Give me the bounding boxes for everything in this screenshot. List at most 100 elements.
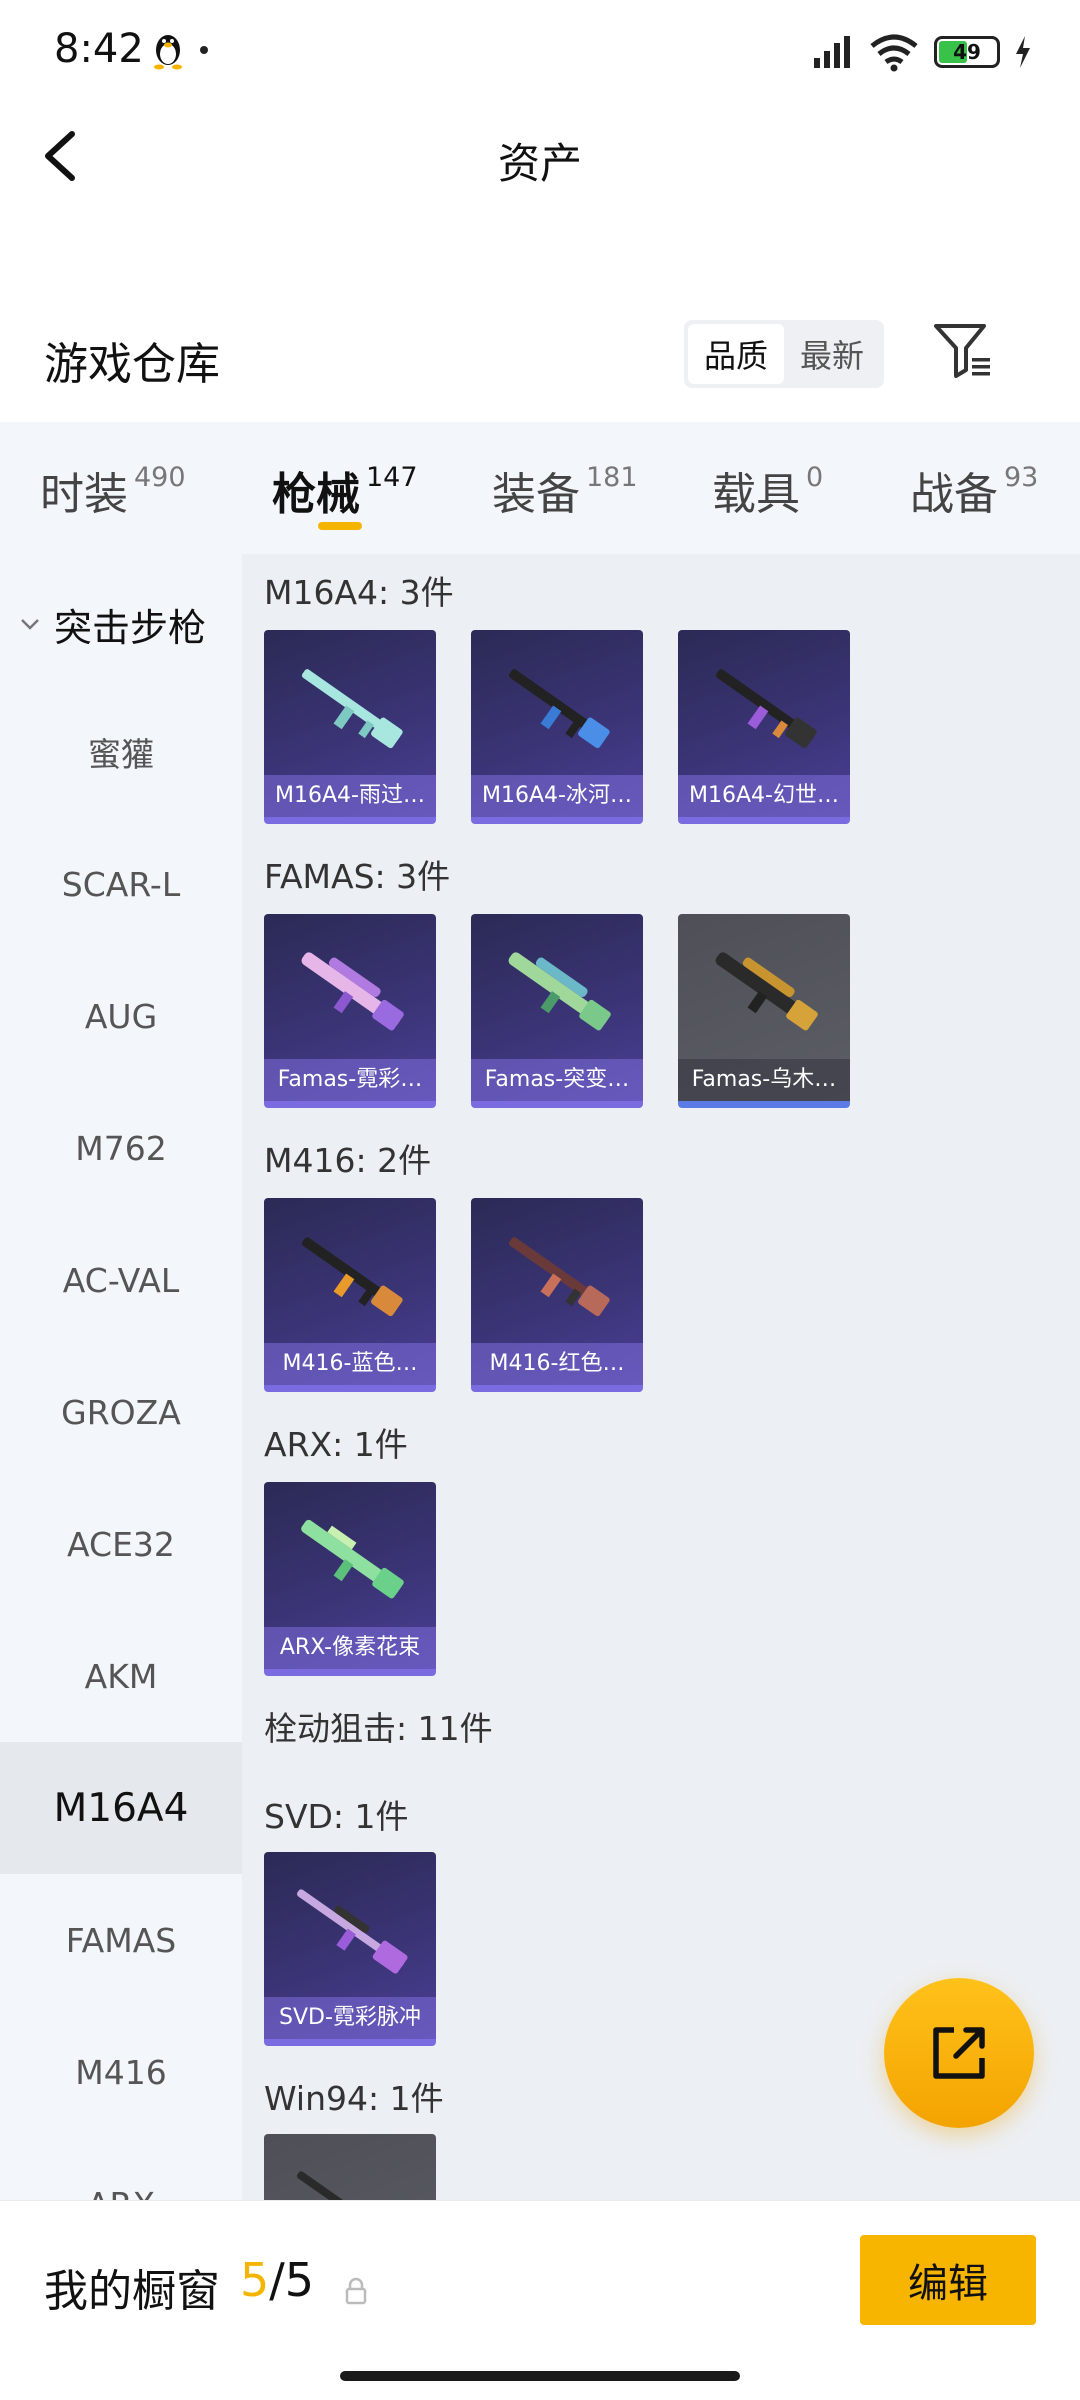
- rifle-icon: [301, 1519, 404, 1599]
- tab-war-prep[interactable]: 战备 93: [910, 458, 1038, 522]
- filter-icon[interactable]: [930, 318, 996, 384]
- sort-quality[interactable]: 品质: [688, 324, 784, 384]
- sidebar-item-aug[interactable]: AUG: [0, 950, 242, 1082]
- showcase-bar: 我的橱窗 5/5 编辑: [0, 2200, 1080, 2400]
- weapon-card-label: SVD-霓彩脉冲: [264, 1997, 436, 2039]
- weapon-card-label: ARX-像素花束: [264, 1627, 436, 1669]
- battery-icon: 49: [934, 36, 1000, 68]
- rifle-icon: [297, 2171, 405, 2200]
- sidebar-item-m762[interactable]: M762: [0, 1082, 242, 1214]
- tab-label: 载具: [712, 469, 800, 520]
- home-indicator[interactable]: [340, 2371, 740, 2381]
- weapon-card[interactable]: M16A4-雨过…: [264, 630, 436, 824]
- rifle-icon: [301, 1237, 403, 1317]
- chevron-down-icon: [21, 619, 39, 630]
- signal-icon: [814, 36, 850, 68]
- weapon-card[interactable]: SVD-霓彩脉冲: [264, 1852, 436, 2046]
- sidebar-item-akm[interactable]: AKM: [0, 1610, 242, 1742]
- group-title-m16a4: M16A4: 3件: [264, 573, 454, 612]
- sidebar-item-famas[interactable]: FAMAS: [0, 1874, 242, 2006]
- share-icon: [933, 2027, 985, 2079]
- weapon-card[interactable]: M416-蓝色…: [264, 1198, 436, 1392]
- weapon-card[interactable]: Famas-乌木…: [678, 914, 850, 1108]
- weapon-card-label: M16A4-冰河…: [471, 775, 643, 817]
- group-title-famas: FAMAS: 3件: [264, 857, 451, 896]
- status-icons: 49: [804, 30, 1032, 74]
- rifle-icon: [508, 669, 610, 749]
- showcase-total: /5: [269, 2253, 315, 2307]
- edit-button[interactable]: 编辑: [860, 2235, 1036, 2325]
- status-time: 8:42: [54, 26, 144, 72]
- warehouse-title: 游戏仓库: [44, 339, 220, 390]
- header: 资产: [0, 100, 1080, 210]
- tab-guns[interactable]: 枪械 147: [272, 458, 418, 522]
- rifle-icon: [715, 669, 817, 749]
- active-tab-indicator: [318, 522, 362, 530]
- sidebar-item-scar-l[interactable]: SCAR-L: [0, 818, 242, 950]
- sidebar-item-m416[interactable]: M416: [0, 2006, 242, 2138]
- showcase-current: 5: [240, 2253, 270, 2307]
- weapon-card[interactable]: M16A4-冰河…: [471, 630, 643, 824]
- sidebar-group-assault-rifle[interactable]: 突击步枪: [0, 594, 242, 654]
- group-title-win94: Win94: 1件: [264, 2079, 444, 2118]
- weapon-list: M16A4: 3件 M16A4-雨过… M16A4-冰河… M16A4-幻世… …: [242, 554, 1080, 2200]
- tab-count: 490: [134, 462, 186, 493]
- weapon-card-label: M416-红色…: [471, 1343, 643, 1385]
- showcase-count: 5/5: [240, 2253, 314, 2307]
- tab-count: 147: [366, 462, 418, 493]
- weapon-card[interactable]: M16A4-幻世…: [678, 630, 850, 824]
- sort-newest[interactable]: 最新: [784, 324, 880, 384]
- weapon-card[interactable]: M416-红色…: [471, 1198, 643, 1392]
- tab-vehicles[interactable]: 载具 0: [712, 458, 823, 522]
- charging-icon: [1016, 36, 1030, 68]
- weapon-card-label: M16A4-幻世…: [678, 775, 850, 817]
- tab-equipment[interactable]: 装备 181: [492, 458, 638, 522]
- weapon-type-sidebar: 突击步枪 蜜獾 SCAR-L AUG M762 AC-VAL GROZA ACE…: [0, 554, 242, 2200]
- sidebar-item-m16a4[interactable]: M16A4: [0, 1742, 242, 1874]
- rifle-icon: [301, 952, 404, 1031]
- share-button[interactable]: [884, 1978, 1034, 2128]
- status-bar: 8:42 49: [0, 0, 1080, 100]
- rifle-icon: [508, 1237, 610, 1317]
- weapon-card-label: Famas-霓彩…: [264, 1059, 436, 1101]
- tab-label: 时装: [40, 469, 128, 520]
- tab-count: 93: [1004, 462, 1039, 493]
- battery-level: 49: [953, 40, 981, 64]
- rifle-icon: [715, 952, 818, 1031]
- category-tabs: 时装 490 枪械 147 装备 181 载具 0 战备 93: [0, 422, 1080, 554]
- tab-fashion[interactable]: 时装 490: [40, 458, 186, 522]
- qq-penguin-icon: [154, 35, 182, 70]
- rifle-icon: [508, 952, 611, 1031]
- weapon-card[interactable]: ARX-像素花束: [264, 1482, 436, 1676]
- weapon-card[interactable]: Famas-霓彩…: [264, 914, 436, 1108]
- tab-label: 枪械: [272, 469, 360, 520]
- sidebar-item-honey-badger[interactable]: 蜜獾: [0, 686, 242, 818]
- tab-label: 装备: [492, 469, 580, 520]
- tab-label: 战备: [910, 469, 998, 520]
- weapon-card-label: Famas-突变…: [471, 1059, 643, 1101]
- notification-dot: [200, 46, 208, 54]
- sidebar-group-label: 突击步枪: [54, 605, 207, 650]
- showcase-label: 我的橱窗: [44, 2266, 220, 2317]
- lock-icon: [345, 2277, 367, 2305]
- group-title-m416: M416: 2件: [264, 1141, 432, 1180]
- sidebar-item-arx[interactable]: ARX: [0, 2138, 242, 2201]
- weapon-card-label: Famas-乌木…: [678, 1059, 850, 1101]
- tab-count: 181: [586, 462, 638, 493]
- rifle-icon: [301, 669, 403, 749]
- sort-toggle: 品质 最新: [684, 320, 884, 388]
- sidebar-item-groza[interactable]: GROZA: [0, 1346, 242, 1478]
- group-title-svd: SVD: 1件: [264, 1797, 409, 1836]
- group-title-arx: ARX: 1件: [264, 1425, 408, 1464]
- weapon-card-label: M416-蓝色…: [264, 1343, 436, 1385]
- sidebar-item-ace32[interactable]: ACE32: [0, 1478, 242, 1610]
- wifi-icon: [870, 34, 918, 72]
- sidebar-item-ac-val[interactable]: AC-VAL: [0, 1214, 242, 1346]
- weapon-card[interactable]: [264, 2134, 436, 2200]
- weapon-card[interactable]: Famas-突变…: [471, 914, 643, 1108]
- page-title: 资产: [497, 139, 582, 188]
- group-title-bolt-action: 栓动狙击: 11件: [264, 1709, 493, 1748]
- sniper-rifle-icon: [297, 1889, 408, 1974]
- tab-count: 0: [806, 462, 824, 493]
- weapon-card-label: M16A4-雨过…: [264, 775, 436, 817]
